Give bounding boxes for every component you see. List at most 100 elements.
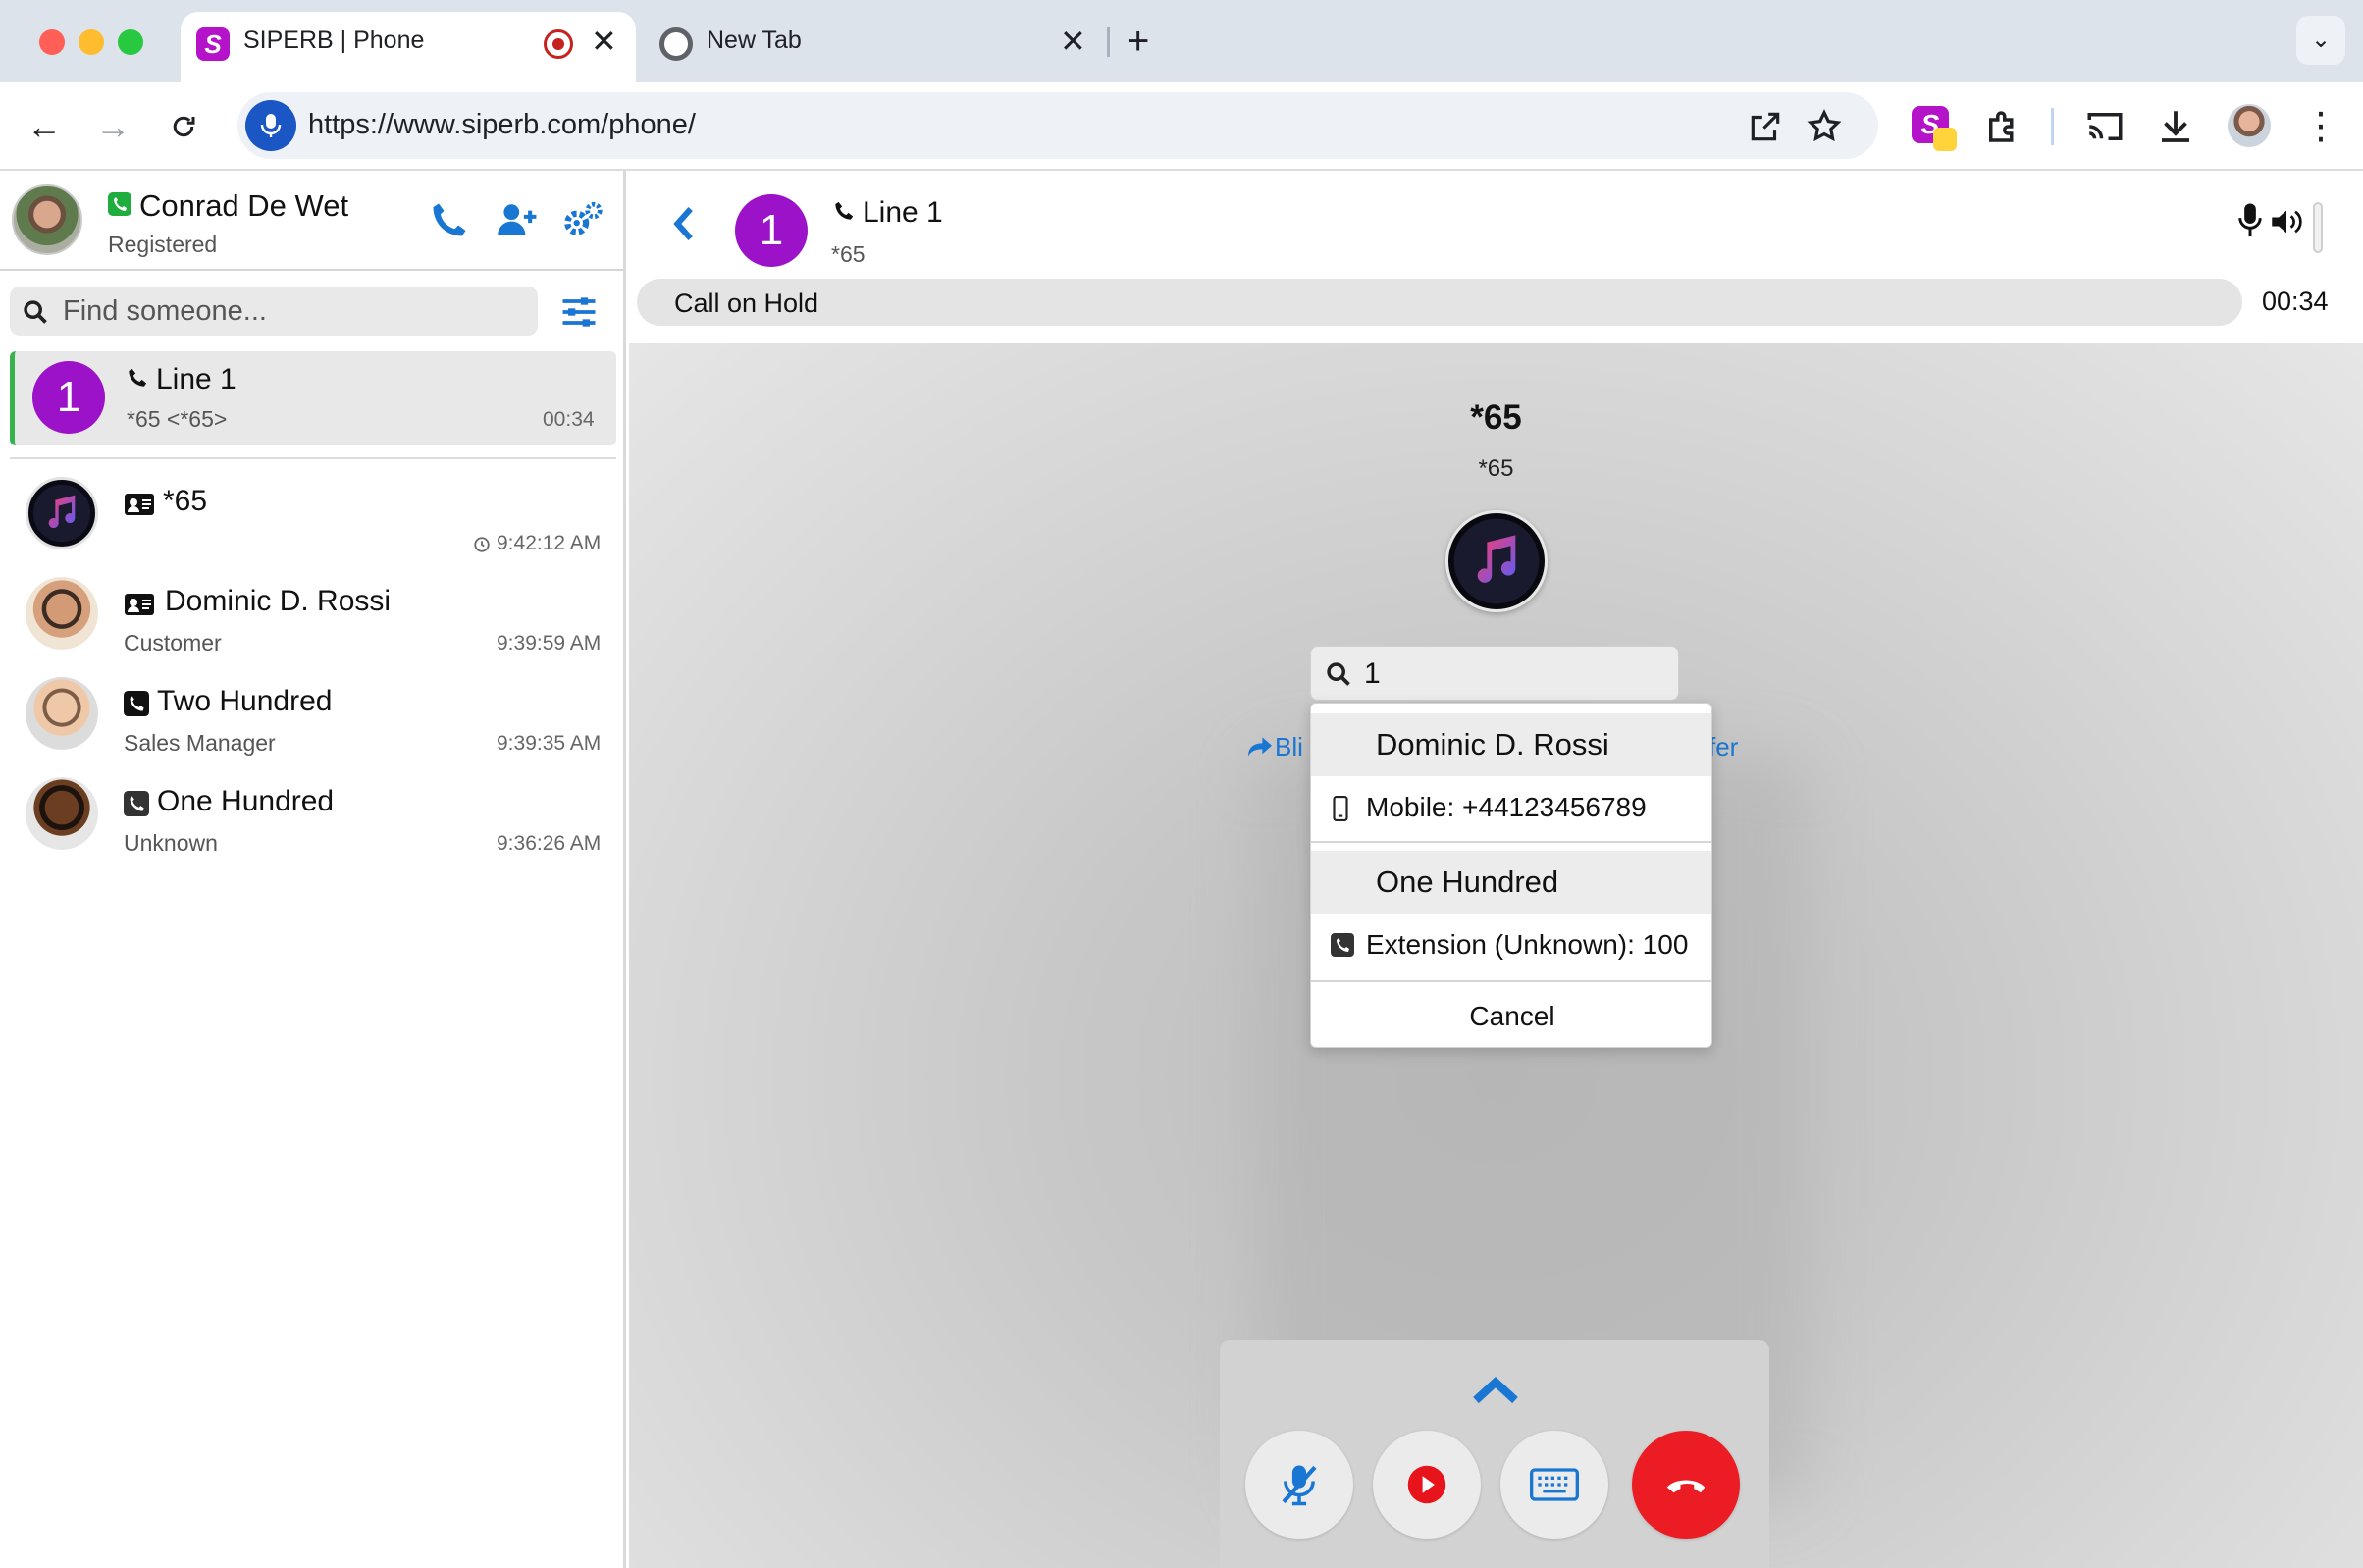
tab-title: New Tab [707, 26, 802, 54]
tab-new-tab[interactable]: New Tab ✕ [644, 12, 1105, 82]
line-title: Line 1 [156, 363, 236, 395]
avatar[interactable] [12, 184, 82, 255]
tab-siperb-phone[interactable]: S SIPERB | Phone ✕ [181, 12, 636, 82]
url-text[interactable]: https://www.siperb.com/phone/ [308, 109, 696, 141]
open-in-new-window-icon[interactable] [1747, 108, 1784, 145]
window-minimize-button[interactable] [79, 29, 104, 55]
window-close-button[interactable] [39, 29, 65, 55]
transfer-search[interactable] [1310, 646, 1679, 701]
tab-close-icon[interactable]: ✕ [591, 24, 617, 59]
list-item[interactable]: *65 9:42:12 AM [0, 467, 623, 567]
reload-icon[interactable] [159, 102, 208, 151]
attended-transfer-label: fer [1708, 732, 1739, 761]
avatar [26, 777, 98, 850]
user-header: Conrad De Wet Registered [0, 171, 623, 271]
contact-name: One Hundred [157, 785, 335, 817]
search-icon [1327, 662, 1350, 686]
phone-square-icon [1331, 933, 1354, 957]
line-avatar: 1 [32, 361, 105, 434]
callee-name: *65 [1470, 398, 1522, 437]
sidebar: Conrad De Wet Registered 1 Line 1 *65 <*… [0, 171, 626, 1568]
avatar [26, 677, 98, 750]
clock-icon [474, 537, 490, 552]
extensions-puzzle-icon[interactable] [1982, 106, 2023, 147]
browser-menu-icon[interactable]: ⋮ [2302, 102, 2339, 151]
forward-arrow-icon[interactable]: → [88, 102, 137, 151]
speaker-volume-icon [2272, 210, 2302, 234]
contact-role: Unknown [124, 830, 218, 856]
phone-app: Conrad De Wet Registered 1 Line 1 *65 <*… [0, 171, 2363, 1568]
hang-up-icon [1666, 1480, 1706, 1493]
call-controls [1220, 1340, 1769, 1568]
new-tab-button[interactable]: + [1127, 18, 1149, 65]
contact-role: Customer [124, 630, 222, 655]
contact-role: Sales Manager [124, 730, 276, 756]
call-timer: 00:34 [2262, 287, 2329, 316]
bookmark-star-icon[interactable] [1806, 108, 1843, 145]
list-item[interactable]: Dominic D. Rossi Customer 9:39:59 AM [0, 567, 623, 667]
result-contact-name: One Hundred [1311, 851, 1711, 914]
siperb-extension-icon[interactable]: S [1912, 106, 1957, 151]
back-arrow-icon[interactable]: ← [20, 102, 69, 151]
result-option-label: Mobile: +44123456789 [1366, 792, 1647, 822]
keyboard-icon [1530, 1468, 1579, 1501]
contact-time: 9:39:35 AM [497, 732, 602, 755]
settings-gears-icon[interactable] [561, 198, 604, 241]
filter-sliders-icon[interactable] [557, 290, 601, 334]
divider [1311, 980, 1711, 982]
contact-time: 9:36:26 AM [497, 832, 602, 855]
user-name: Conrad De Wet [139, 188, 349, 223]
tab-search-button[interactable]: ⌄ [2296, 16, 2345, 65]
cast-icon[interactable] [2084, 106, 2126, 147]
music-note-icon [1477, 535, 1516, 583]
callee-number: *65 [1478, 455, 1514, 482]
microphone-in-use-icon[interactable] [245, 100, 296, 151]
blind-transfer-button[interactable]: Bli [1245, 732, 1303, 762]
toolbar-divider [2051, 108, 2054, 145]
add-contact-icon[interactable] [495, 198, 538, 241]
find-someone-search[interactable] [10, 287, 538, 336]
dial-phone-icon[interactable] [428, 198, 471, 241]
music-note-icon [48, 495, 76, 529]
avatar [1445, 510, 1548, 612]
dialpad-button[interactable] [1500, 1431, 1608, 1539]
search-input[interactable] [63, 292, 524, 330]
tab-close-icon[interactable]: ✕ [1060, 24, 1086, 59]
result-option[interactable]: Mobile: +44123456789 [1311, 776, 1711, 839]
browser-tab-strip: S SIPERB | Phone ✕ New Tab ✕ + ⌄ [0, 0, 2363, 82]
microphone-slash-icon [1282, 1465, 1317, 1506]
result-option[interactable]: Extension (Unknown): 100 [1311, 914, 1711, 976]
active-line-item[interactable]: 1 Line 1 *65 <*65> 00:34 [10, 351, 616, 445]
list-item[interactable]: Two Hundred Sales Manager 9:39:35 AM [0, 667, 623, 767]
download-icon[interactable] [2155, 106, 2196, 147]
line-title: Line 1 [863, 196, 943, 229]
mute-button[interactable] [1245, 1431, 1353, 1539]
call-status-bar: Call on Hold [637, 279, 2242, 326]
record-button[interactable] [1373, 1431, 1481, 1539]
phone-icon [835, 201, 854, 220]
audio-level-meter [2313, 202, 2323, 253]
microphone-level-icon [2238, 203, 2262, 237]
chevron-up-icon[interactable] [1471, 1376, 1520, 1405]
result-option-label: Extension (Unknown): 100 [1366, 929, 1689, 960]
contact-name: *65 [163, 485, 208, 517]
call-pane: 1 Line 1 *65 Call on Hold 00:34 *65 *65 … [629, 171, 2363, 1568]
phone-square-icon [124, 791, 149, 816]
profile-avatar[interactable] [2228, 104, 2271, 147]
transfer-search-input[interactable] [1364, 654, 1658, 694]
share-arrow-icon [1248, 737, 1272, 757]
cancel-button[interactable]: Cancel [1311, 984, 1711, 1047]
end-call-button[interactable] [1632, 1431, 1740, 1539]
avatar [26, 577, 98, 650]
tab-title: SIPERB | Phone [243, 26, 425, 54]
divider [10, 457, 616, 459]
address-bar[interactable]: https://www.siperb.com/phone/ [237, 92, 1878, 159]
contact-card-icon [125, 494, 154, 515]
attended-transfer-button[interactable]: fer [1708, 732, 1738, 762]
window-maximize-button[interactable] [118, 29, 143, 55]
contact-name: Dominic D. Rossi [165, 585, 392, 617]
divider [1311, 841, 1711, 843]
call-header: 1 Line 1 *65 [629, 171, 2363, 269]
chevron-left-icon[interactable] [670, 204, 698, 243]
list-item[interactable]: One Hundred Unknown 9:36:26 AM [0, 767, 623, 867]
